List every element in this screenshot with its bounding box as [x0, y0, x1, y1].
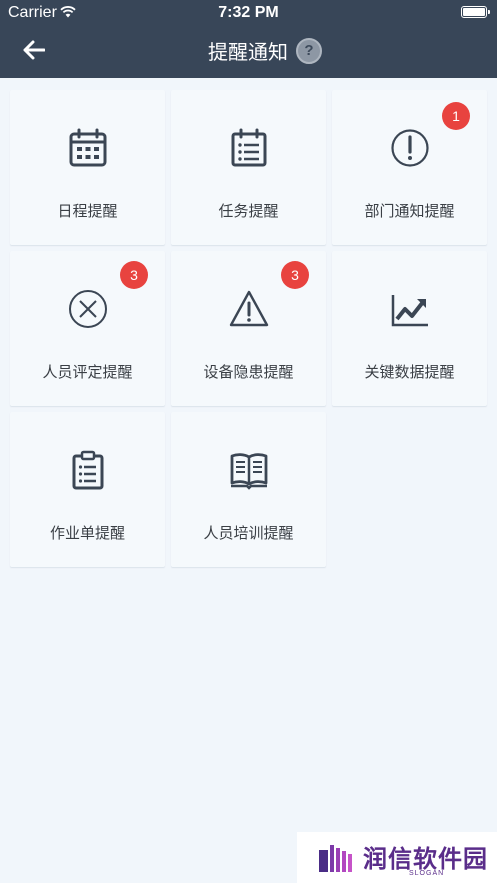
notification-badge: 3: [281, 261, 309, 289]
exclamation-circle-icon: [390, 129, 429, 167]
clipboard-icon: [72, 450, 103, 490]
watermark-name: 润信软件园: [363, 845, 488, 873]
warning-triangle-icon: [229, 290, 268, 327]
tile-equipment-hazard-reminder[interactable]: 设备隐患提醒 3: [171, 251, 326, 406]
watermark: 润信软件园 SLOGAN: [297, 832, 497, 883]
tile-label: 作业单提醒: [49, 524, 125, 542]
tile-department-notice-reminder[interactable]: 部门通知提醒 1: [332, 90, 487, 245]
tile-work-order-reminder[interactable]: 作业单提醒: [10, 412, 165, 567]
tile-label: 设备隐患提醒: [203, 363, 294, 381]
open-book-icon: [230, 453, 267, 490]
x-circle-icon: [68, 290, 107, 328]
arrow-left-icon: [23, 40, 45, 60]
task-list-icon: [231, 128, 266, 167]
battery-icon: [461, 6, 490, 18]
tile-task-reminder[interactable]: 任务提醒: [171, 90, 326, 245]
watermark-slogan: SLOGAN: [409, 870, 445, 877]
tile-label: 日程提醒: [57, 202, 118, 220]
notification-badge: 1: [442, 102, 470, 130]
tile-label: 人员培训提醒: [203, 524, 294, 542]
tile-label: 任务提醒: [218, 202, 279, 220]
tile-schedule-reminder[interactable]: 日程提醒: [10, 90, 165, 245]
tile-personnel-training-reminder[interactable]: 人员培训提醒: [171, 412, 326, 567]
trend-chart-icon: [391, 295, 428, 327]
nav-title-group: 提醒通知 ?: [208, 36, 322, 65]
calendar-icon: [69, 128, 106, 167]
header: Carrier 7:32 PM 提醒通知 ?: [0, 0, 497, 78]
status-bar: Carrier 7:32 PM: [0, 0, 497, 26]
notification-badge: 3: [120, 261, 148, 289]
page-title: 提醒通知: [208, 40, 288, 64]
tile-label: 关键数据提醒: [364, 363, 455, 381]
tile-personnel-evaluation-reminder[interactable]: 人员评定提醒 3: [10, 251, 165, 406]
tile-label: 人员评定提醒: [42, 363, 133, 381]
question-circle-icon[interactable]: ?: [296, 37, 322, 64]
tile-label: 部门通知提醒: [364, 202, 455, 220]
back-button[interactable]: [18, 34, 50, 66]
status-time: 7:32 PM: [218, 4, 279, 21]
tile-key-data-reminder[interactable]: 关键数据提醒: [332, 251, 487, 406]
watermark-logo-icon: [319, 845, 352, 872]
